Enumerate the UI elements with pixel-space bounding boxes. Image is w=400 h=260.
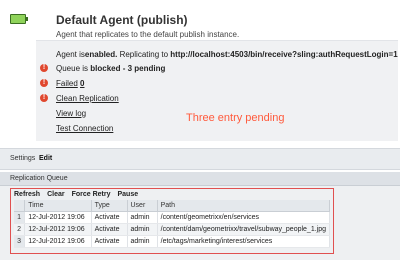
row-time: 12-Jul-2012 19:06 — [24, 223, 92, 236]
test-connection-link[interactable]: Test Connection — [56, 124, 113, 133]
column-header-index — [14, 200, 26, 212]
queue-prefix: Queue is — [56, 63, 91, 73]
row-path: /content/dam/geometrixx/travel/subway_pe… — [157, 223, 331, 236]
replication-url: http://localhost:4503/bin/receive?sling:… — [170, 49, 398, 59]
settings-edit-button[interactable]: Edit — [39, 155, 52, 162]
failed-count[interactable]: 0 — [80, 79, 84, 88]
status-row-queue: Queue is blocked - 3 pending — [56, 62, 165, 74]
row-index: 3 — [14, 235, 26, 248]
status-row-clean[interactable]: Clean Replication — [56, 92, 119, 104]
enabled-prefix: Agent is — [56, 49, 85, 59]
row-type: Activate — [91, 223, 128, 236]
row-user: admin — [127, 211, 158, 224]
failed-warning-icon: ! — [40, 79, 48, 87]
replication-queue-header: Replication Queue — [0, 172, 400, 186]
status-row-enabled: Agent is enabled. Replicating to http://… — [56, 48, 398, 60]
clear-button[interactable]: Clear — [47, 191, 65, 198]
table-header-row: Time Type User Path — [14, 200, 331, 212]
status-row-viewlog[interactable]: View log — [56, 107, 86, 119]
status-row-failed[interactable]: Failed 0 — [56, 77, 84, 89]
row-user: admin — [127, 235, 158, 248]
refresh-button[interactable]: Refresh — [14, 191, 40, 198]
row-time: 12-Jul-2012 19:06 — [24, 235, 92, 248]
enabled-word: enabled. — [84, 49, 118, 59]
force-retry-button[interactable]: Force Retry — [72, 191, 111, 198]
pause-button[interactable]: Pause — [118, 191, 139, 198]
agent-title: Default Agent (publish) — [56, 13, 188, 27]
settings-label: Settings — [10, 155, 36, 162]
clean-warning-icon: ! — [40, 94, 48, 102]
row-type: Activate — [91, 235, 128, 248]
replication-queue-table: Time Type User Path 1 12-Jul-2012 19:06 … — [14, 200, 331, 248]
failed-link[interactable]: Failed — [56, 79, 78, 88]
settings-bar: Settings Edit — [0, 148, 400, 170]
row-user: admin — [127, 223, 158, 236]
agent-description: Agent that replicates to the default pub… — [56, 30, 240, 39]
column-header-time[interactable]: Time — [24, 200, 92, 212]
column-header-path[interactable]: Path — [157, 200, 331, 212]
table-row[interactable]: 1 12-Jul-2012 19:06 Activate admin /cont… — [14, 211, 331, 224]
replicating-prefix: Replicating to — [117, 49, 171, 59]
agent-info-panel: Agent is enabled. Replicating to http://… — [36, 40, 398, 141]
queue-toolbar: Refresh Clear Force Retry Pause — [14, 191, 138, 198]
column-header-user[interactable]: User — [127, 200, 158, 212]
column-header-type[interactable]: Type — [91, 200, 128, 212]
status-row-test[interactable]: Test Connection — [56, 122, 113, 134]
clean-replication-link[interactable]: Clean Replication — [56, 94, 119, 103]
row-index: 1 — [14, 211, 26, 224]
row-time: 12-Jul-2012 19:06 — [24, 211, 92, 224]
row-type: Activate — [91, 211, 128, 224]
queue-warning-icon: ! — [40, 64, 48, 72]
queue-state: blocked - 3 pending — [90, 63, 166, 73]
annotation-three-entry-pending: Three entry pending — [186, 112, 285, 124]
row-path: /etc/tags/marketing/interest/services — [157, 235, 331, 248]
view-log-link[interactable]: View log — [56, 109, 86, 118]
table-row[interactable]: 2 12-Jul-2012 19:06 Activate admin /cont… — [14, 223, 331, 236]
row-path: /content/geometrixx/en/services — [157, 211, 331, 224]
row-index: 2 — [14, 223, 26, 236]
agent-status-icon — [10, 14, 28, 24]
table-row[interactable]: 3 12-Jul-2012 19:06 Activate admin /etc/… — [14, 235, 331, 248]
replication-queue-title: Replication Queue — [10, 175, 68, 182]
